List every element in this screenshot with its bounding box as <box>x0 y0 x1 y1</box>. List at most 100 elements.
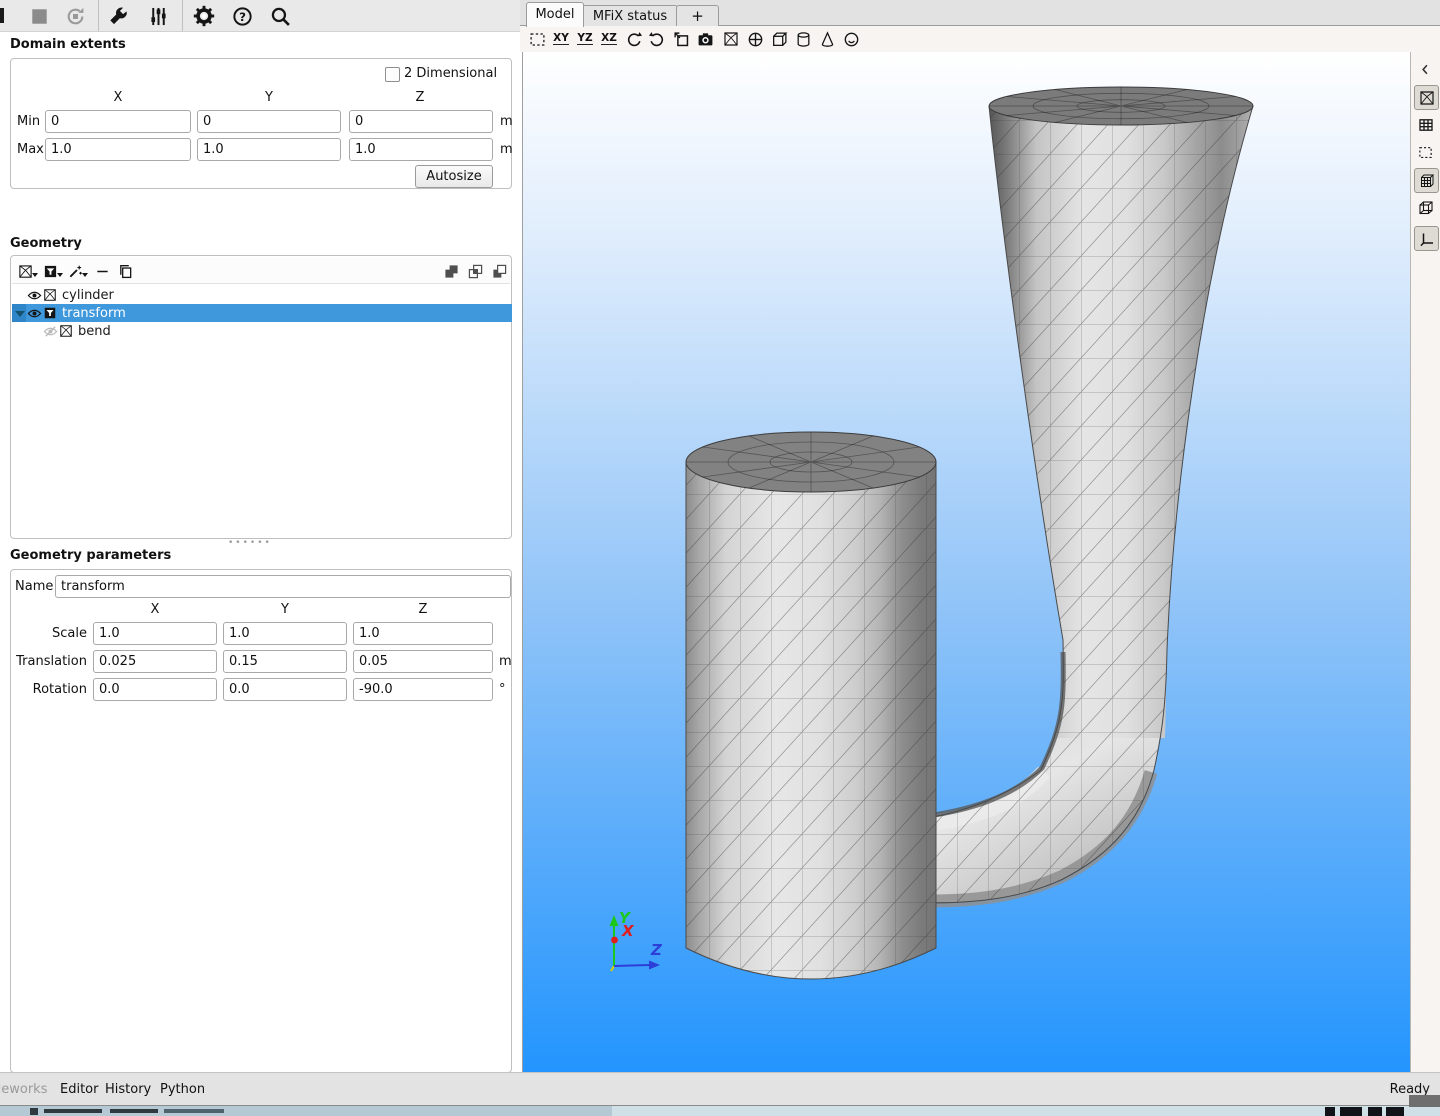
statusbar-tab-history[interactable]: History <box>105 1073 151 1106</box>
screenshot-button[interactable] <box>695 29 715 49</box>
tab-add[interactable]: + <box>676 5 719 27</box>
ymax-input[interactable] <box>197 138 341 161</box>
domain-col-y: Y <box>265 90 273 105</box>
geometry-visibility-button[interactable] <box>721 29 741 49</box>
boolean-difference-button[interactable] <box>489 261 509 281</box>
autosize-button[interactable]: Autosize <box>415 165 493 188</box>
tree-expander[interactable] <box>12 304 26 322</box>
translation-unit: m <box>499 654 512 669</box>
reset-button[interactable] <box>63 4 87 28</box>
run-options-button[interactable] <box>146 4 170 28</box>
mesh-cube-icon <box>1419 173 1435 189</box>
visibility-eye-icon[interactable] <box>26 288 42 303</box>
visibility-eye-icon[interactable] <box>26 306 42 321</box>
origin-sphere-button[interactable] <box>745 29 765 49</box>
translation-x-input[interactable] <box>93 650 217 673</box>
statusbar-tab-editor[interactable]: Editor <box>60 1073 98 1106</box>
translation-z-input[interactable] <box>353 650 493 673</box>
x-axis-label: X <box>621 922 635 940</box>
expander-triangle-icon <box>15 311 25 317</box>
view-yz-button[interactable]: YZ <box>575 29 595 49</box>
region-outline-button[interactable] <box>1414 141 1437 164</box>
scale-z-input[interactable] <box>353 622 493 645</box>
pause-icon[interactable] <box>0 8 4 23</box>
stl-icon <box>18 264 33 279</box>
regions-table-button[interactable] <box>1414 113 1437 136</box>
add-geometry-button[interactable] <box>18 261 38 281</box>
rotation-x-input[interactable] <box>93 678 217 701</box>
yz-label: YZ <box>577 33 592 45</box>
perspective-button[interactable] <box>671 29 691 49</box>
add-filter-button[interactable] <box>43 261 63 281</box>
search-icon <box>270 6 291 27</box>
box-shape-button[interactable] <box>769 29 789 49</box>
camera-icon <box>697 31 714 48</box>
copy-geometry-button[interactable] <box>115 261 135 281</box>
two-dimensional-checkbox[interactable] <box>385 67 400 82</box>
collapse-panel-button[interactable] <box>1414 58 1437 81</box>
help-icon <box>232 6 253 27</box>
toolbar-separator <box>98 0 99 31</box>
name-input[interactable] <box>55 575 511 598</box>
stop-button[interactable] <box>27 4 51 28</box>
copy-icon <box>118 264 133 279</box>
reset-view-button[interactable] <box>527 29 547 49</box>
toggle-mesh-button[interactable] <box>1414 168 1439 193</box>
wireframe-button[interactable] <box>1414 196 1437 219</box>
dashed-square-icon <box>1418 145 1433 160</box>
sliders-icon <box>148 6 169 27</box>
x-axis-dot <box>611 937 618 944</box>
cylinder-shape-button[interactable] <box>793 29 813 49</box>
minus-icon <box>95 264 110 279</box>
help-button[interactable] <box>230 4 254 28</box>
params-col-y: Y <box>281 602 289 617</box>
tab-mfix-status[interactable]: MFiX status <box>582 5 678 27</box>
viewport-tabbar: Model MFiX status + <box>520 0 1440 26</box>
zmin-input[interactable] <box>349 110 493 133</box>
xmin-input[interactable] <box>45 110 191 133</box>
statusbar-tab-python[interactable]: Python <box>160 1073 205 1106</box>
status-bar: deworks Editor History Python Ready <box>0 1072 1440 1105</box>
max-label: Max <box>17 142 44 157</box>
stl-icon <box>1419 90 1435 106</box>
min-label: Min <box>17 114 40 129</box>
cone-shape-button[interactable] <box>817 29 837 49</box>
remove-geometry-button[interactable] <box>92 261 112 281</box>
scale-y-input[interactable] <box>223 622 347 645</box>
view-xy-button[interactable]: XY <box>551 29 571 49</box>
visual-style-button[interactable] <box>841 29 861 49</box>
zmax-input[interactable] <box>349 138 493 161</box>
boolean-intersect-button[interactable] <box>465 261 485 281</box>
xmax-input[interactable] <box>45 138 191 161</box>
reset-icon <box>65 6 86 27</box>
tab-model[interactable]: Model <box>526 2 584 27</box>
rotate-left-button[interactable] <box>623 29 643 49</box>
ymin-input[interactable] <box>197 110 341 133</box>
view-xz-button[interactable]: XZ <box>599 29 619 49</box>
rotation-y-input[interactable] <box>223 678 347 701</box>
build-button[interactable] <box>106 4 130 28</box>
intersect-icon <box>468 264 483 279</box>
search-button[interactable] <box>268 4 292 28</box>
translation-y-input[interactable] <box>223 650 347 673</box>
tree-item-bend[interactable]: bend <box>12 322 512 340</box>
tree-item-transform[interactable]: transform <box>12 304 512 322</box>
toggle-geometry-button[interactable] <box>1414 85 1439 110</box>
splitter-handle[interactable]: •••••• <box>228 538 272 548</box>
wizard-button[interactable] <box>68 261 88 281</box>
toggle-axes-button[interactable] <box>1414 226 1439 251</box>
boolean-union-button[interactable] <box>441 261 461 281</box>
settings-button[interactable] <box>192 4 216 28</box>
union-icon <box>444 264 459 279</box>
tree-item-cylinder[interactable]: cylinder <box>12 286 512 304</box>
toolbar-separator <box>182 0 183 31</box>
rotation-z-input[interactable] <box>353 678 493 701</box>
statusbar-tab-nodeworks[interactable]: deworks <box>0 1073 47 1106</box>
scale-x-input[interactable] <box>93 622 217 645</box>
perspective-icon <box>673 31 690 48</box>
dashed-square-icon <box>529 31 546 48</box>
viewport-3d[interactable]: Y X Z <box>522 52 1411 1072</box>
visibility-eye-off-icon[interactable] <box>42 324 58 339</box>
translation-label: Translation <box>11 654 87 669</box>
rotate-right-button[interactable] <box>647 29 667 49</box>
